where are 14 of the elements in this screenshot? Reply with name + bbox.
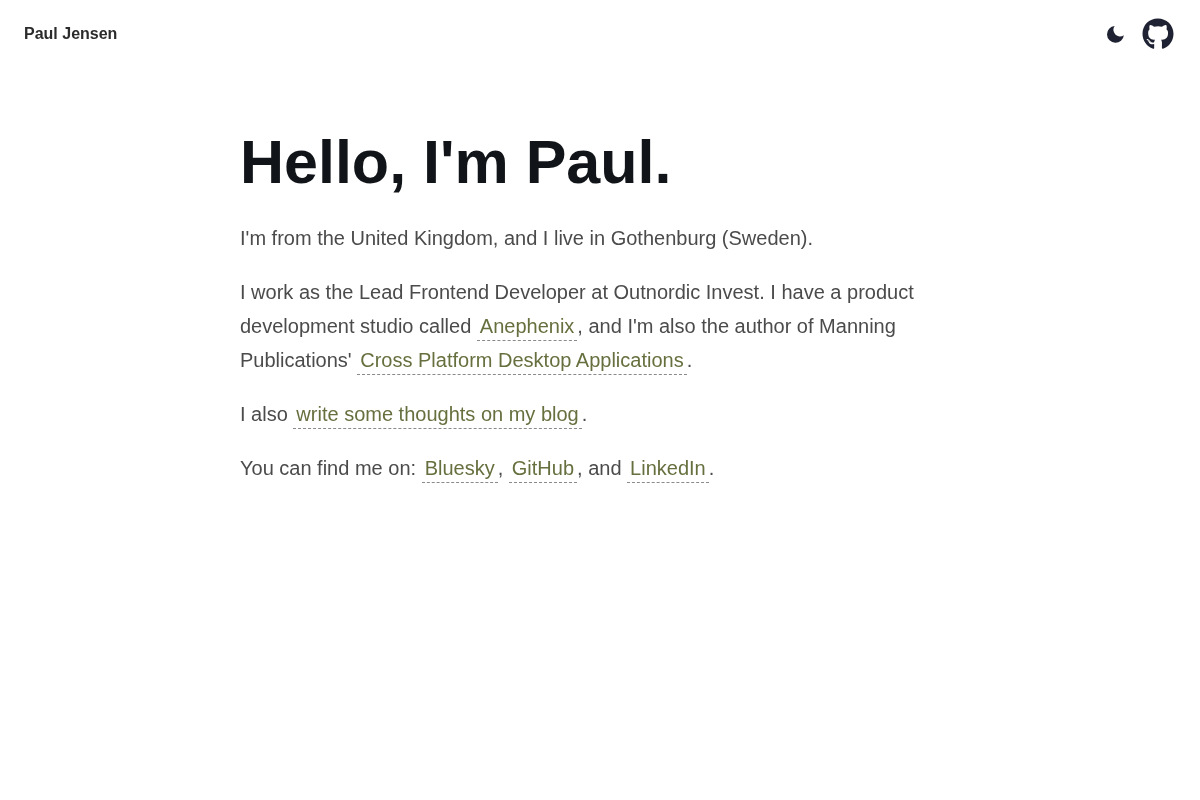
site-name-link[interactable]: Paul Jensen [24, 25, 118, 43]
paragraph: I work as the Lead Frontend Developer at Outnordic Invest. I have a product development studio called Anephenix, and I'm also the author of Manning Publications' Cross Platform Desktop Applications. [240, 275, 960, 378]
text-link[interactable]: Bluesky [421, 455, 498, 484]
paragraph: I also write some thoughts on my blog. [240, 397, 960, 432]
github-icon[interactable] [1142, 18, 1174, 50]
text-link[interactable]: LinkedIn [627, 455, 709, 484]
text-link[interactable]: Anephenix [476, 313, 578, 342]
page-heading: Hello, I'm Paul. [240, 127, 673, 198]
text-link[interactable]: Cross Platform Desktop Applications [357, 347, 687, 376]
text-link[interactable]: GitHub [508, 455, 578, 484]
paragraph: I'm from the United Kingdom, and I live in Gothenburg (Sweden). [240, 226, 814, 252]
text-link[interactable]: write some thoughts on my blog [293, 401, 582, 430]
moon-icon[interactable] [1107, 25, 1124, 43]
paragraph: You can find me on: Bluesky, GitHub, and LinkedIn. [240, 451, 960, 486]
